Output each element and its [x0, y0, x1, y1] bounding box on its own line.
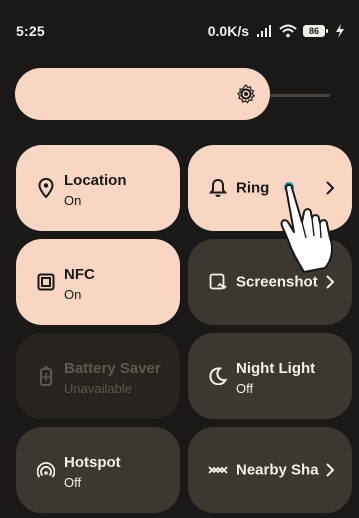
battery-icon: 86	[303, 25, 328, 37]
battery-saver-icon	[36, 366, 56, 386]
tile-nfc-label: NFC	[64, 266, 95, 283]
tile-night-light-label: Night Light	[236, 360, 316, 377]
chevron-right-icon[interactable]	[324, 275, 336, 289]
status-time: 5:25	[16, 23, 45, 39]
tile-battery-saver[interactable]: Battery Saver Unavailable	[16, 333, 180, 419]
tile-nearby-share-label: Nearby Sha	[236, 461, 319, 479]
signal-icon	[255, 24, 273, 38]
tile-nfc[interactable]: NFC On	[16, 239, 180, 325]
status-bar: 5:25 0.0K/s 86	[0, 0, 359, 40]
tile-location[interactable]: Location On	[16, 145, 180, 231]
net-speed: 0.0K/s	[207, 23, 249, 39]
battery-level: 86	[303, 25, 328, 37]
nfc-icon	[36, 272, 56, 292]
nearby-share-icon	[208, 460, 228, 480]
status-indicators: 0.0K/s 86	[208, 23, 349, 39]
tile-location-state: On	[64, 193, 82, 208]
tile-nfc-state: On	[64, 287, 82, 302]
location-icon	[36, 178, 56, 198]
brightness-icon	[236, 84, 256, 104]
bell-icon	[208, 178, 228, 198]
brightness-rail[interactable]	[270, 94, 330, 97]
hotspot-icon	[36, 460, 56, 480]
tile-hotspot[interactable]: Hotspot Off	[16, 427, 180, 513]
charging-icon	[331, 24, 349, 38]
wifi-icon	[279, 24, 297, 38]
tile-ring-label: Ring	[236, 179, 270, 197]
tile-location-label: Location	[64, 172, 127, 189]
tile-battery-saver-label: Battery Saver	[64, 360, 161, 377]
screenshot-icon	[208, 272, 228, 292]
brightness-slider[interactable]	[15, 68, 270, 120]
tile-hotspot-state: Off	[64, 475, 82, 490]
tile-nearby-share[interactable]: Nearby Sha	[188, 427, 352, 513]
night-light-icon	[208, 366, 228, 386]
tile-night-light[interactable]: Night Light Off	[188, 333, 352, 419]
chevron-right-icon[interactable]	[324, 463, 336, 477]
tile-battery-saver-state: Unavailable	[64, 381, 132, 396]
tile-hotspot-label: Hotspot	[64, 454, 121, 471]
tile-night-light-state: Off	[236, 381, 254, 396]
pointing-hand-icon	[278, 182, 356, 274]
tile-screenshot-label: Screenshot	[236, 273, 318, 291]
quick-settings-panel: 5:25 0.0K/s 86 Location On Ring NFC On S…	[0, 0, 359, 518]
